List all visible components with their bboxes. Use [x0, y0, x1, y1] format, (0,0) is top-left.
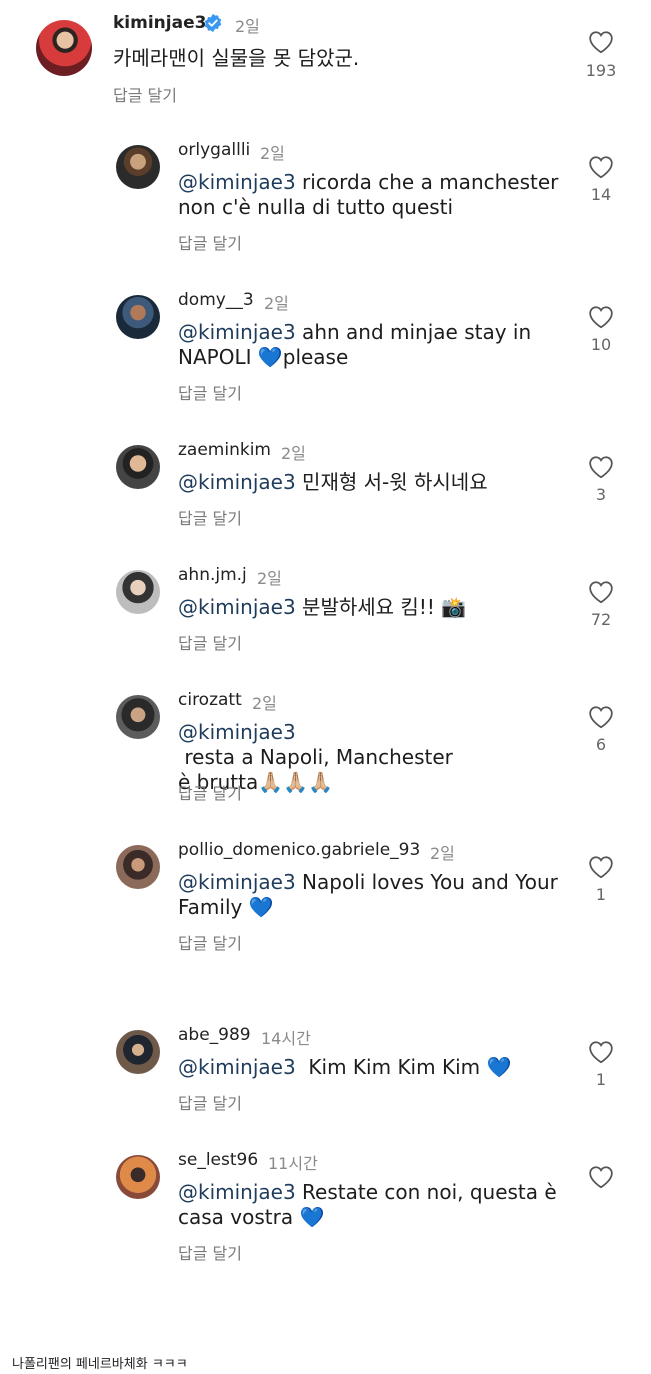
mention-link[interactable]: @kiminjae3	[178, 170, 296, 194]
like-count: 1	[595, 1070, 607, 1089]
like-count: 10	[590, 335, 612, 354]
reply-text: @kiminjae3 Napoli loves You and Your Fami…	[178, 870, 568, 920]
verified-badge-icon	[204, 13, 222, 33]
reply-text-line2: NAPOLI 💙please	[178, 345, 349, 369]
reply-text-line2: casa vostra 💙	[178, 1205, 325, 1229]
reply-comment: pollio_domenico.gabriele_93 2일 @kiminjae3 …	[0, 840, 651, 960]
reply-time: 2일	[260, 144, 285, 163]
avatar[interactable]	[116, 145, 160, 189]
reply-text-line1: 민재형 서-윗 하시네요	[295, 470, 488, 494]
reply-username[interactable]: orlygallli	[178, 140, 250, 160]
reply-comment: ahn.jm.j 2일 @kiminjae3 분발하세요 킴!! 📸 답글 달기 72	[0, 565, 651, 685]
heart-outline-icon[interactable]	[588, 30, 614, 54]
reply-text-line1: Restate con noi, questa è	[295, 1180, 557, 1204]
reply-comment: abe_989 14시간 @kiminjae3 Kim Kim Kim Kim 💙 답…	[0, 1025, 651, 1145]
reply-button[interactable]: 답글 달기	[178, 780, 242, 804]
mention-link[interactable]: @kiminjae3	[178, 870, 296, 894]
heart-outline-icon[interactable]	[588, 305, 614, 329]
like-count: 1	[595, 885, 607, 904]
heart-outline-icon[interactable]	[588, 1040, 614, 1064]
reply-username[interactable]: se_lest96	[178, 1150, 258, 1170]
reply-username[interactable]: pollio_domenico.gabriele_93	[178, 840, 420, 860]
like-count: 6	[595, 735, 607, 754]
reply-button[interactable]: 답글 달기	[178, 930, 242, 954]
reply-comment: zaeminkim 2일 @kiminjae3 민재형 서-윗 하시네요답글 달기 3	[0, 440, 651, 560]
reply-text-line1: Kim Kim Kim Kim 💙	[295, 1055, 512, 1079]
reply-time: 11시간	[268, 1154, 318, 1173]
like-count: 193	[585, 61, 617, 80]
reply-time: 2일	[257, 569, 282, 588]
mention-link[interactable]: @kiminjae3	[178, 1180, 296, 1204]
heart-outline-icon[interactable]	[588, 155, 614, 179]
reply-comment: orlygallli 2일 @kiminjae3 ricorda che a man…	[0, 140, 651, 260]
reply-username[interactable]: zaeminkim	[178, 440, 271, 460]
reply-time: 2일	[430, 844, 455, 863]
reply-comment: domy__3 2일 @kiminjae3 ahn and minjae stay …	[0, 290, 651, 410]
reply-button[interactable]: 답글 달기	[178, 1090, 242, 1114]
reply-text-line1: ricorda che a manchester	[295, 170, 559, 194]
reply-comment: se_lest96 11시간 @kiminjae3 Restate con noi,…	[0, 1150, 651, 1270]
avatar[interactable]	[36, 20, 92, 76]
reply-comment: cirozatt 2일 @kiminjae3 resta a Napoli, Man…	[0, 690, 651, 810]
comment-time: 2일	[235, 17, 260, 36]
reply-text: @kiminjae3 Restate con noi, questa è casa…	[178, 1180, 568, 1230]
heart-outline-icon[interactable]	[588, 855, 614, 879]
comment-text: 카메라맨이 실물을 못 담았군.	[113, 46, 360, 70]
avatar[interactable]	[116, 845, 160, 889]
reply-text-line2: Family 💙	[178, 895, 274, 919]
reply-button[interactable]: 답글 달기	[178, 630, 242, 654]
heart-outline-icon[interactable]	[588, 580, 614, 604]
avatar[interactable]	[116, 570, 160, 614]
mention-link[interactable]: @kiminjae3	[178, 595, 296, 619]
reply-button[interactable]: 답글 달기	[178, 1240, 242, 1264]
heart-outline-icon[interactable]	[588, 705, 614, 729]
heart-outline-icon[interactable]	[588, 1165, 614, 1189]
mention-link[interactable]: @kiminjae3	[178, 470, 296, 494]
comment-username[interactable]: kiminjae3	[113, 13, 206, 33]
reply-text-line1: resta a Napoli, Manchester	[178, 745, 453, 769]
reply-text: @kiminjae3 Kim Kim Kim Kim 💙	[178, 1055, 568, 1080]
reply-time: 2일	[252, 694, 277, 713]
reply-username[interactable]: cirozatt	[178, 690, 242, 710]
reply-text: @kiminjae3 분발하세요 킴!! 📸	[178, 595, 568, 620]
reply-username[interactable]: ahn.jm.j	[178, 565, 247, 585]
avatar[interactable]	[116, 1030, 160, 1074]
reply-text: @kiminjae3 민재형 서-윗 하시네요	[178, 470, 568, 495]
mention-link[interactable]: @kiminjae3	[178, 720, 296, 744]
avatar[interactable]	[116, 695, 160, 739]
heart-outline-icon[interactable]	[588, 455, 614, 479]
reply-button[interactable]: 답글 달기	[113, 82, 177, 106]
reply-text-line1: 분발하세요 킴!! 📸	[295, 595, 467, 619]
avatar[interactable]	[116, 1155, 160, 1199]
like-count: 3	[595, 485, 607, 504]
reply-text: @kiminjae3 ricorda che a manchester non c…	[178, 170, 568, 220]
reply-text-line1: Napoli loves You and Your	[295, 870, 558, 894]
main-comment: kiminjae3 2일 카메라맨이 실물을 못 담았군. 답글 달기 193	[0, 0, 651, 110]
reply-button[interactable]: 답글 달기	[178, 505, 242, 529]
reply-text-line2: non c'è nulla di tutto questi	[178, 195, 454, 219]
reply-button[interactable]: 답글 달기	[178, 380, 242, 404]
reply-text-line1: ahn and minjae stay in	[295, 320, 532, 344]
image-caption: 나폴리팬의 페네르바체화 ㅋㅋㅋ	[12, 1357, 188, 1372]
like-count: 14	[590, 185, 612, 204]
reply-text: @kiminjae3 ahn and minjae stay in NAPOLI …	[178, 320, 568, 370]
reply-time: 2일	[264, 294, 289, 313]
mention-link[interactable]: @kiminjae3	[178, 1055, 296, 1079]
mention-link[interactable]: @kiminjae3	[178, 320, 296, 344]
like-count: 72	[590, 610, 612, 629]
reply-time: 14시간	[261, 1029, 311, 1048]
avatar[interactable]	[116, 295, 160, 339]
avatar[interactable]	[116, 445, 160, 489]
reply-username[interactable]: domy__3	[178, 290, 254, 310]
reply-time: 2일	[281, 444, 306, 463]
reply-username[interactable]: abe_989	[178, 1025, 251, 1045]
reply-button[interactable]: 답글 달기	[178, 230, 242, 254]
